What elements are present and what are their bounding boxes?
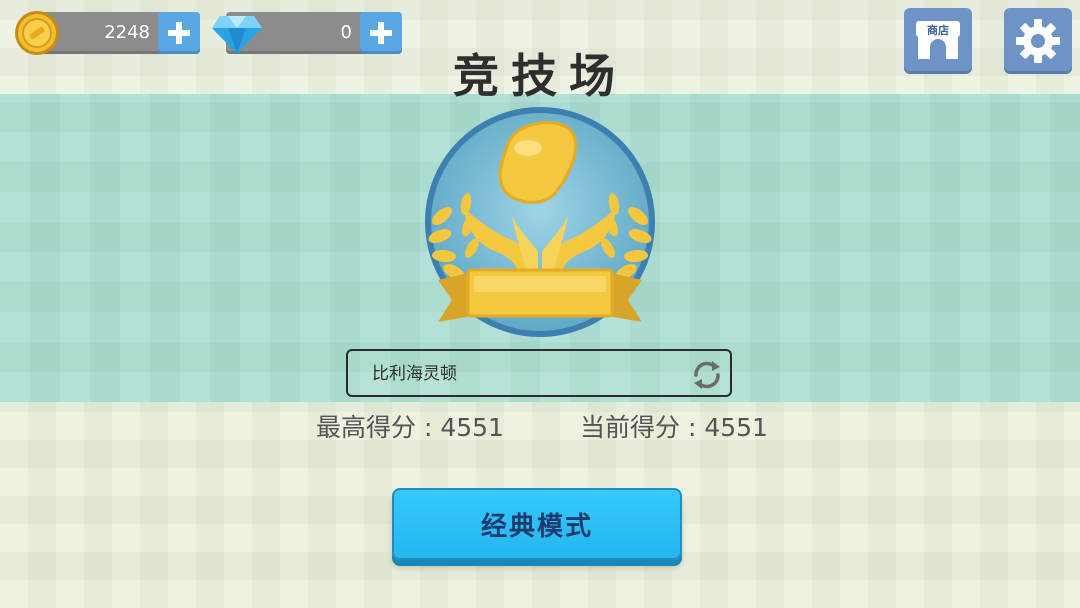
shop-label: 商店 (927, 23, 949, 37)
player-name: 比利海灵顿 (372, 364, 457, 384)
player-name-field: 比利海灵顿 (346, 349, 732, 397)
current-score: 当前得分 : 4551 (580, 410, 768, 446)
settings-button[interactable] (1004, 8, 1072, 74)
current-score-value: 4551 (704, 413, 768, 442)
laurel-hands-emblem-icon (425, 107, 655, 337)
gear-icon (1016, 19, 1060, 63)
shop-button[interactable]: 商店 (904, 8, 972, 74)
best-score: 最高得分 : 4551 (316, 410, 504, 446)
best-score-label: 最高得分 : (316, 413, 441, 442)
refresh-icon[interactable] (688, 356, 726, 394)
current-score-label: 当前得分 : (580, 413, 705, 442)
shop-icon: 商店 (916, 21, 960, 59)
classic-mode-button[interactable]: 经典模式 (392, 488, 682, 560)
best-score-value: 4551 (440, 413, 504, 442)
classic-mode-label: 经典模式 (480, 511, 593, 542)
